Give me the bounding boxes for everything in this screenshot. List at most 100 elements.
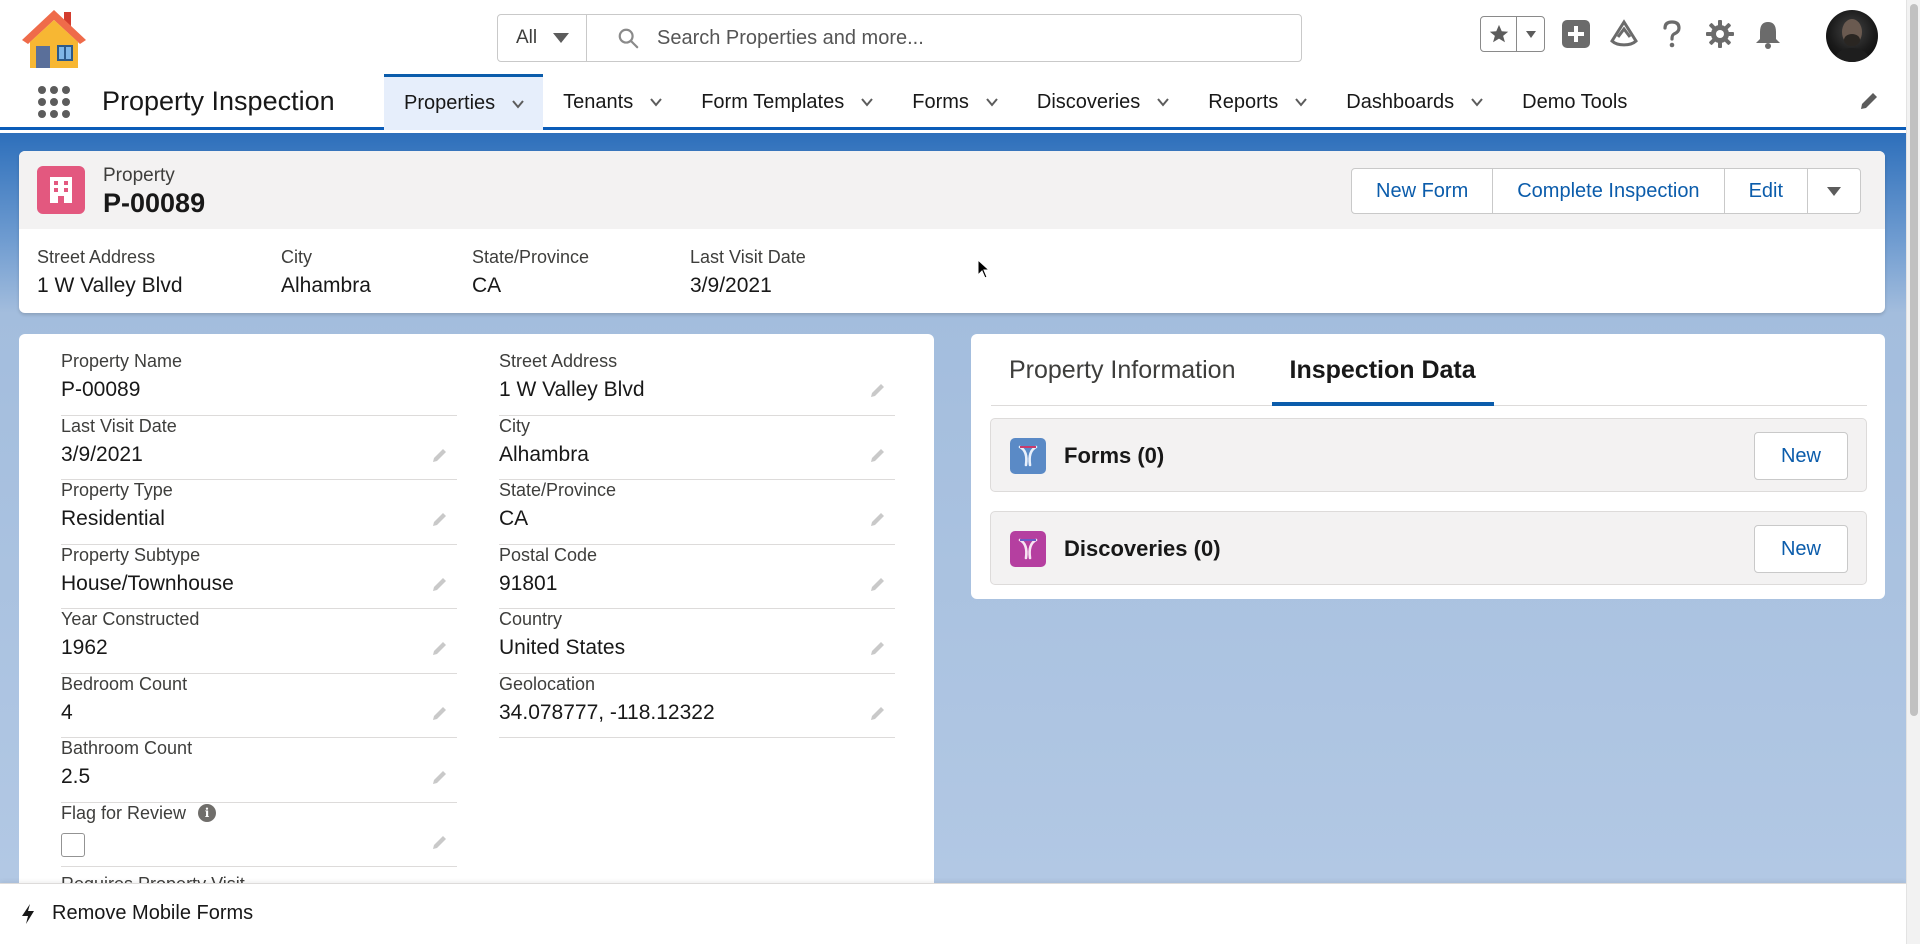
field-country: Country United States (499, 609, 895, 674)
chevron-down-icon[interactable] (649, 95, 663, 109)
details-right-column: Street Address 1 W Valley Blvd City Alha… (499, 351, 895, 738)
edit-pencil-icon[interactable] (869, 446, 887, 464)
nav-item-label: Reports (1208, 90, 1279, 113)
complete-inspection-button[interactable]: Complete Inspection (1493, 169, 1725, 213)
nav-item-label: Forms (912, 90, 969, 113)
highlight-label: City (281, 247, 312, 267)
highlight-label: Last Visit Date (690, 247, 806, 267)
field-year-constructed: Year Constructed 1962 (61, 609, 457, 674)
nav-item-demo-tools[interactable]: Demo Tools (1502, 74, 1645, 130)
global-add-icon[interactable] (1559, 17, 1593, 51)
utility-item-remove-mobile-forms[interactable]: Remove Mobile Forms (20, 902, 253, 925)
app-launcher-icon[interactable] (38, 86, 70, 118)
nav-item-label: Form Templates (701, 90, 845, 113)
edit-pencil-icon[interactable] (869, 575, 887, 593)
info-icon[interactable]: i (198, 804, 217, 822)
related-list-discoveries: Discoveries (0) New (990, 511, 1867, 585)
tab-inspection-data[interactable]: Inspection Data (1271, 334, 1494, 406)
nav-item-tenants[interactable]: Tenants (543, 74, 681, 130)
lightning-bolt-icon (22, 903, 34, 924)
chevron-down-icon (553, 33, 570, 43)
nav-item-label: Properties (404, 92, 496, 114)
new-form-related-button[interactable]: New (1754, 432, 1848, 480)
field-label: Flag for Review i (61, 803, 217, 824)
highlight-state: State/Province CA (472, 247, 690, 298)
related-list-title[interactable]: Discoveries (0) (1064, 536, 1221, 562)
scrollbar-thumb[interactable] (1910, 4, 1918, 716)
chevron-down-icon[interactable] (511, 97, 525, 111)
nav-item-discoveries[interactable]: Discoveries (1017, 74, 1188, 130)
edit-pencil-icon[interactable] (431, 704, 449, 722)
trailhead-icon[interactable] (1607, 17, 1641, 51)
inspection-tabs-card: Property Information Inspection Data For… (971, 334, 1885, 599)
favorites-star-icon[interactable] (1481, 17, 1517, 51)
mouse-cursor-icon (977, 259, 991, 279)
record-details-card: Property Name P-00089 Last Visit Date 3/… (19, 334, 934, 894)
favorites-group (1480, 16, 1545, 52)
new-discovery-related-button[interactable]: New (1754, 525, 1848, 573)
edit-pencil-icon[interactable] (869, 510, 887, 528)
global-header: All (0, 0, 1906, 74)
field-value: House/Townhouse (61, 571, 234, 595)
field-label: City (499, 415, 530, 436)
highlight-value: CA (472, 274, 502, 297)
field-label: State/Province (499, 480, 617, 500)
edit-pencil-icon[interactable] (431, 768, 449, 786)
edit-pencil-icon[interactable] (869, 381, 887, 399)
help-icon[interactable] (1655, 17, 1689, 51)
highlight-street-address: Street Address 1 W Valley Blvd (37, 247, 281, 298)
highlight-last-visit-date: Last Visit Date 3/9/2021 (690, 247, 890, 298)
notifications-bell-icon[interactable] (1751, 17, 1785, 51)
chevron-down-icon[interactable] (860, 95, 874, 109)
nav-item-form-templates[interactable]: Form Templates (681, 74, 892, 130)
more-actions-button[interactable] (1808, 169, 1860, 213)
flag-for-review-checkbox[interactable] (61, 832, 85, 857)
field-value: 2.5 (61, 765, 91, 788)
nav-item-forms[interactable]: Forms (892, 74, 1017, 130)
field-property-type: Property Type Residential (61, 480, 457, 545)
edit-pencil-icon[interactable] (431, 575, 449, 593)
new-form-button[interactable]: New Form (1352, 169, 1494, 213)
nav-item-properties[interactable]: Properties (384, 74, 544, 130)
highlight-label: Street Address (37, 247, 156, 267)
app-navigation-bar: Property Inspection Properties Tenants F… (0, 74, 1906, 130)
edit-pencil-icon[interactable] (869, 704, 887, 722)
field-value: 1962 (61, 636, 108, 659)
house-logo-icon[interactable] (20, 8, 88, 70)
edit-pencil-icon[interactable] (431, 639, 449, 657)
chevron-down-icon[interactable] (1294, 95, 1308, 109)
field-label: Bedroom Count (61, 673, 188, 694)
tab-property-information[interactable]: Property Information (991, 334, 1254, 406)
edit-pencil-icon[interactable] (431, 510, 449, 528)
highlight-fields: Street Address 1 W Valley Blvd City Alha… (37, 247, 890, 298)
field-bedroom-count: Bedroom Count 4 (61, 673, 457, 738)
global-search: All (497, 14, 1302, 62)
field-label: Country (499, 609, 563, 629)
edit-pencil-icon[interactable] (431, 833, 449, 851)
details-left-column: Property Name P-00089 Last Visit Date 3/… (61, 351, 457, 867)
chevron-down-icon[interactable] (1156, 95, 1170, 109)
edit-button[interactable]: Edit (1725, 169, 1809, 213)
page-scrollbar[interactable] (1906, 0, 1920, 944)
chevron-down-icon[interactable] (985, 95, 999, 109)
nav-item-dashboards[interactable]: Dashboards (1326, 74, 1502, 130)
field-property-name: Property Name P-00089 (61, 351, 457, 416)
field-bathroom-count: Bathroom Count 2.5 (61, 738, 457, 803)
highlight-value: Alhambra (281, 274, 371, 297)
user-avatar[interactable] (1826, 10, 1878, 62)
nav-item-label: Discoveries (1036, 90, 1141, 113)
chevron-down-icon[interactable] (1470, 95, 1484, 109)
edit-pencil-icon[interactable] (431, 446, 449, 464)
related-list-title[interactable]: Forms (0) (1064, 443, 1164, 469)
discoveries-icon (1010, 531, 1046, 567)
edit-pencil-icon[interactable] (869, 639, 887, 657)
field-value: Alhambra (499, 442, 589, 466)
favorites-dropdown-icon[interactable] (1517, 17, 1544, 51)
edit-nav-pencil-icon[interactable] (1858, 90, 1880, 112)
search-scope-dropdown[interactable]: All (498, 15, 587, 61)
nav-item-reports[interactable]: Reports (1188, 74, 1326, 130)
gear-icon[interactable] (1703, 17, 1737, 51)
field-value: P-00089 (61, 378, 141, 401)
search-input[interactable] (657, 26, 1257, 50)
field-value: 1 W Valley Blvd (499, 378, 645, 401)
